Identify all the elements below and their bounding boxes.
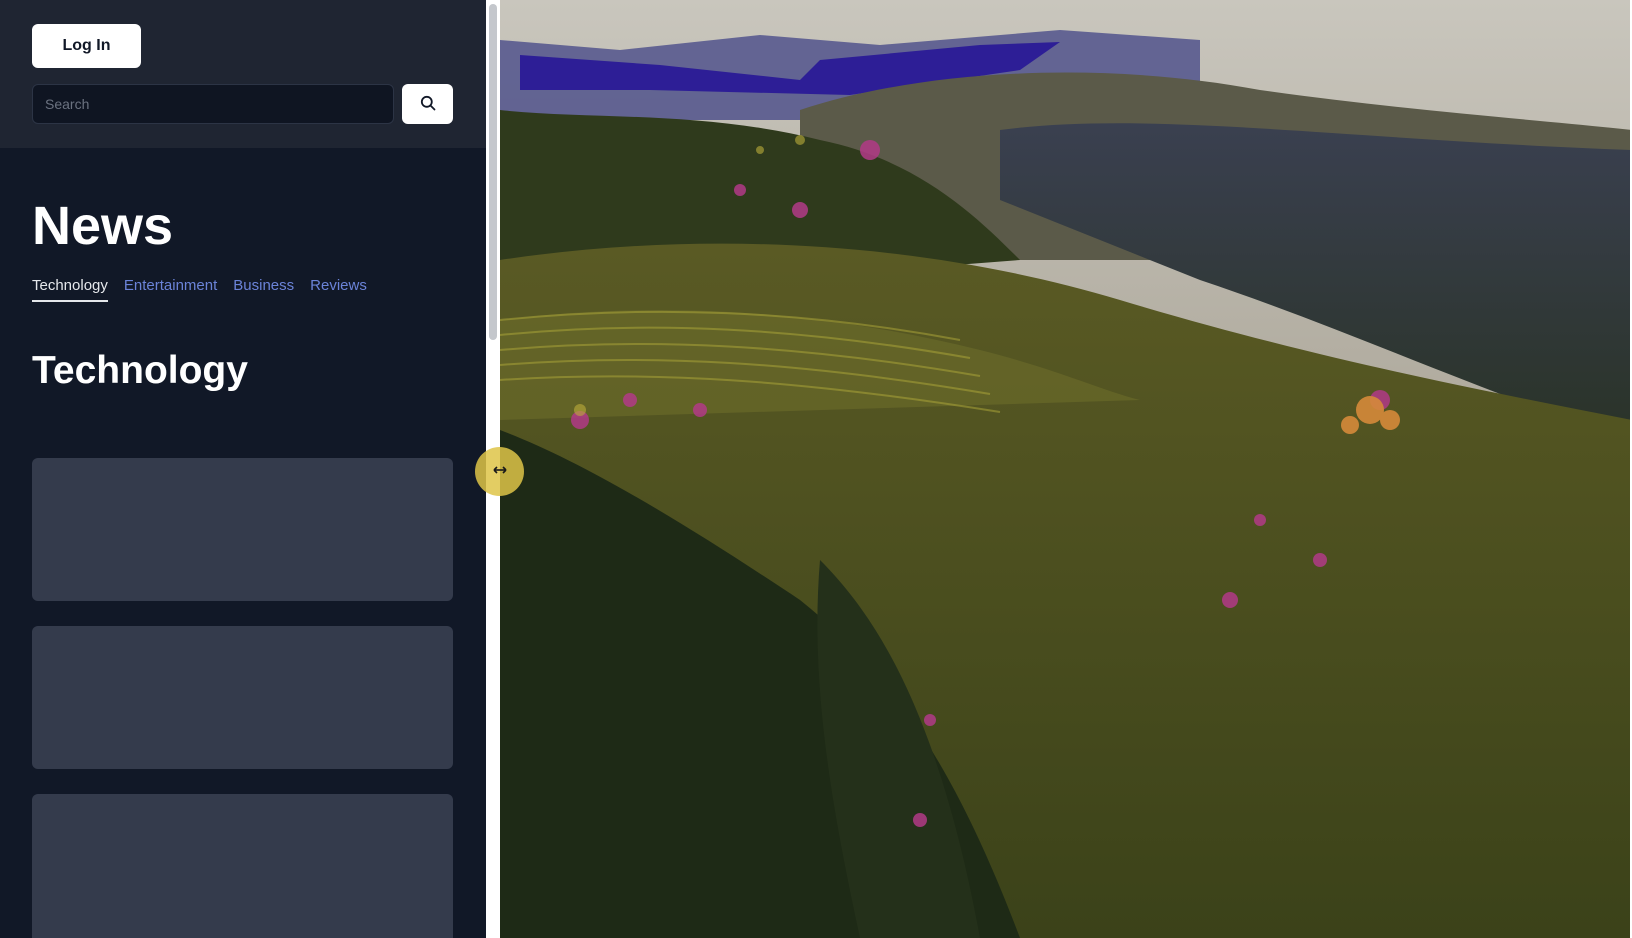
landscape-image <box>500 0 1632 938</box>
search-input[interactable] <box>32 84 394 124</box>
login-button[interactable]: Log In <box>32 24 141 68</box>
tab-technology[interactable]: Technology <box>32 276 108 302</box>
search-icon <box>420 95 436 114</box>
article-card-placeholder[interactable] <box>32 626 453 769</box>
resize-arrows-icon <box>492 463 508 481</box>
category-tabs: Technology Entertainment Business Review… <box>32 276 367 302</box>
page-title: News <box>32 196 174 256</box>
article-card-placeholder[interactable] <box>32 794 453 938</box>
panel-resize-handle[interactable] <box>475 447 524 496</box>
tab-reviews[interactable]: Reviews <box>310 276 367 302</box>
scrollbar-thumb[interactable] <box>489 4 497 340</box>
tab-entertainment[interactable]: Entertainment <box>124 276 217 302</box>
top-bar: Log In <box>0 0 486 148</box>
section-title: Technology <box>32 349 248 392</box>
search-button[interactable] <box>402 84 453 124</box>
news-sidebar: Log In News Technology Entertainment Bus… <box>0 0 486 938</box>
tab-business[interactable]: Business <box>233 276 294 302</box>
article-card-placeholder[interactable] <box>32 458 453 601</box>
